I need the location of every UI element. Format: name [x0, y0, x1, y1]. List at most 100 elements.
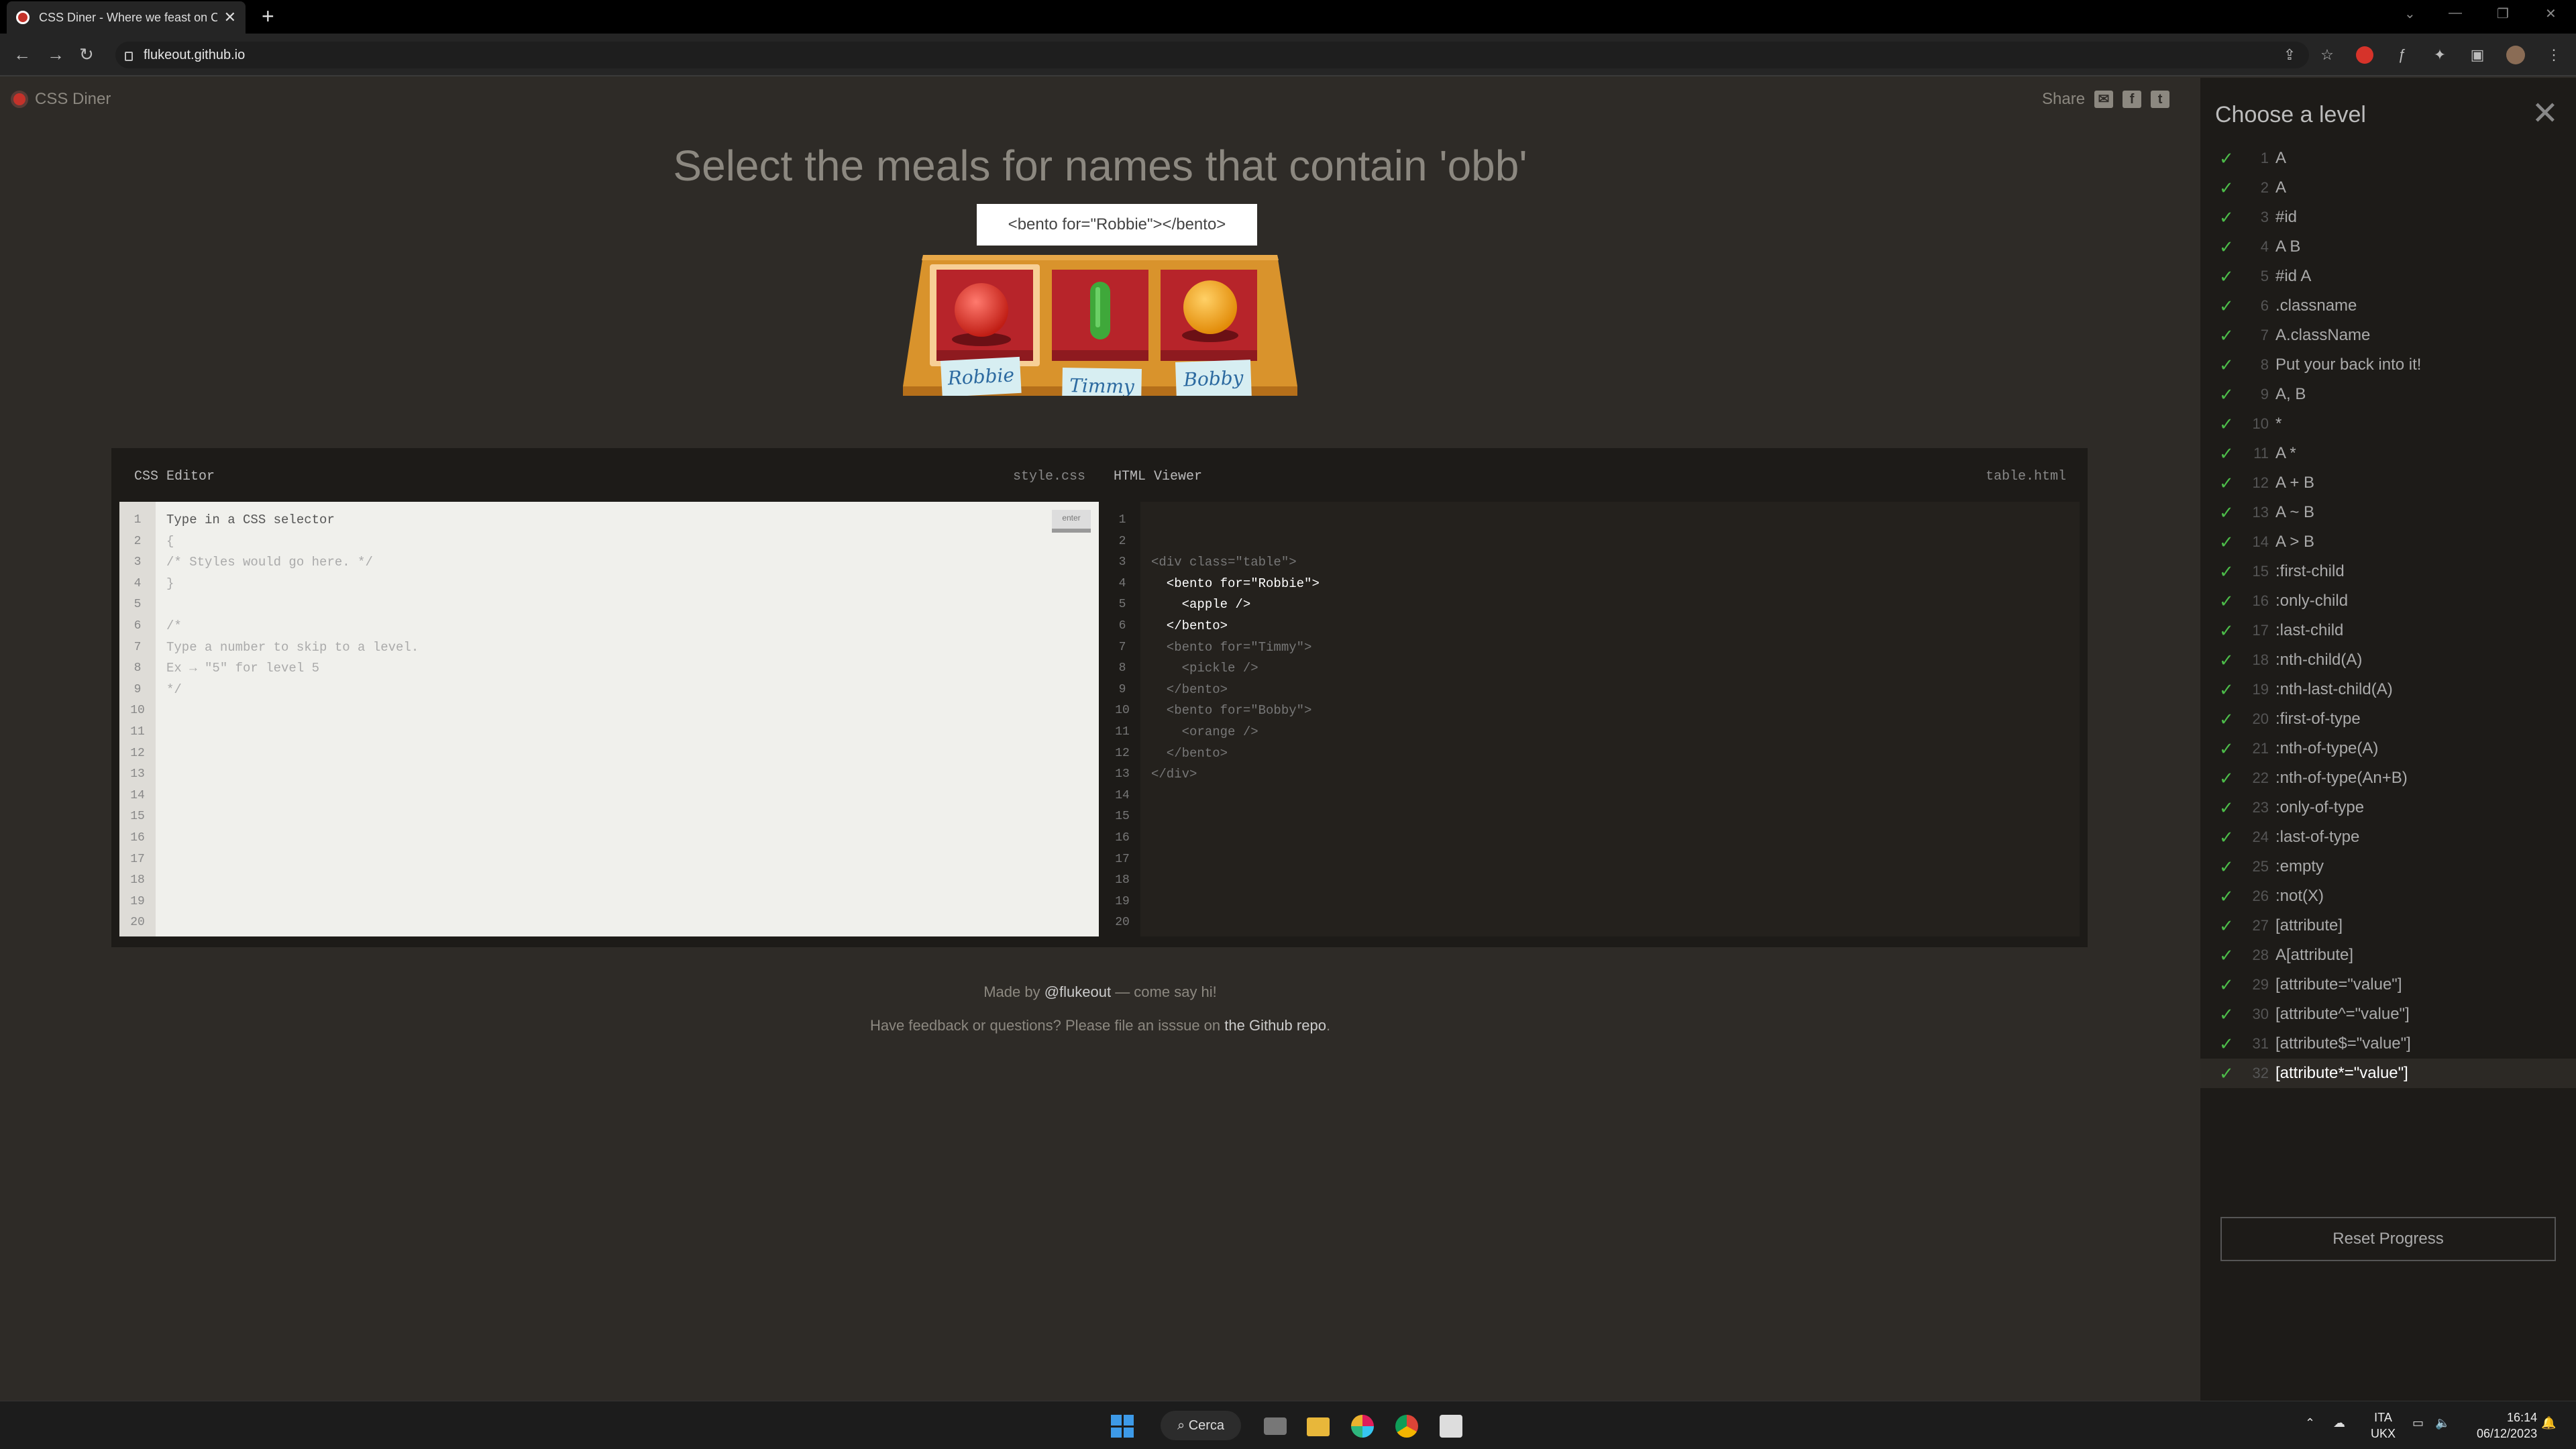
close-window-button[interactable]: ✕: [2545, 5, 2557, 22]
level-item-17[interactable]: ✓ 17:last-child: [2200, 616, 2576, 645]
css-editor[interactable]: 1 2 3 4 5 6 7 8 9 10 11 12 13 14 15 16 1…: [119, 502, 1099, 936]
html-code-line[interactable]: <apple />: [1151, 594, 1320, 616]
level-item-12[interactable]: ✓ 12 A + B: [2200, 468, 2576, 498]
minimize-button[interactable]: —: [2449, 5, 2462, 21]
level-item-23[interactable]: ✓ 23:only-of-type: [2200, 793, 2576, 822]
dining-table: Robbie Timmy Bobby: [903, 255, 1297, 396]
reload-icon[interactable]: ↻: [79, 44, 94, 64]
level-name: A: [2275, 178, 2287, 197]
level-item-21[interactable]: ✓ 21:nth-of-type(A): [2200, 734, 2576, 763]
app-logo[interactable]: CSS Diner: [11, 90, 111, 109]
level-item-16[interactable]: ✓ 16:only-child: [2200, 586, 2576, 616]
enter-button[interactable]: enter: [1052, 510, 1091, 533]
level-item-4[interactable]: ✓ 4 A B: [2200, 232, 2576, 262]
html-code-line[interactable]: </bento>: [1151, 743, 1320, 765]
tray-chevron-icon[interactable]: ⌃: [2305, 1416, 2315, 1430]
level-item-32[interactable]: ✓ 32 [attribute*="value"]: [2200, 1059, 2576, 1088]
file-explorer-icon[interactable]: [1307, 1417, 1330, 1436]
language-indicator[interactable]: ITA UKX: [2371, 1409, 2396, 1442]
level-item-30[interactable]: ✓ 30 [attribute^="value"]: [2200, 1000, 2576, 1029]
level-item-1[interactable]: ✓ 1 A: [2200, 144, 2576, 173]
tab-search-chevron-icon[interactable]: ⌄: [2404, 5, 2416, 22]
twitter-share-icon[interactable]: t: [2151, 91, 2170, 108]
level-item-10[interactable]: ✓ 10 *: [2200, 409, 2576, 439]
level-item-19[interactable]: ✓ 19:nth-last-child(A): [2200, 675, 2576, 704]
html-code-line[interactable]: <div class="table">: [1151, 552, 1320, 574]
level-item-5[interactable]: ✓ 5 #id A: [2200, 262, 2576, 291]
level-item-11[interactable]: ✓ 11 A *: [2200, 439, 2576, 468]
level-item-8[interactable]: ✓ 8 Put your back into it!: [2200, 350, 2576, 380]
github-repo-link[interactable]: the Github repo: [1224, 1017, 1326, 1034]
html-code-line[interactable]: <pickle />: [1151, 658, 1320, 680]
clock[interactable]: 16:14 06/12/2023: [2477, 1409, 2537, 1442]
address-bar[interactable]: flukeout.github.io: [115, 42, 2309, 68]
share-page-icon[interactable]: ⇪: [2281, 46, 2298, 64]
level-item-14[interactable]: ✓ 14 A > B: [2200, 527, 2576, 557]
level-item-3[interactable]: ✓ 3 #id: [2200, 203, 2576, 232]
maximize-button[interactable]: ❐: [2497, 5, 2509, 22]
html-code-line[interactable]: </bento>: [1151, 616, 1320, 637]
volume-icon[interactable]: 🔈: [2435, 1416, 2450, 1430]
start-windows-icon[interactable]: [1111, 1415, 1134, 1438]
level-name: A.className: [2275, 326, 2371, 344]
level-item-6[interactable]: ✓ 6 .classname: [2200, 291, 2576, 321]
facebook-share-icon[interactable]: f: [2123, 91, 2142, 108]
html-code-line[interactable]: <bento for="Timmy">: [1151, 637, 1320, 659]
email-share-icon[interactable]: ✉: [2094, 91, 2114, 108]
html-viewer: 1 2 3 4 5 6 7 8 9 10 11 12 13 14 15 16 1…: [1104, 502, 2080, 936]
level-item-7[interactable]: ✓ 7 A.className: [2200, 321, 2576, 350]
level-item-25[interactable]: ✓ 25:empty: [2200, 852, 2576, 881]
network-icon[interactable]: ▭: [2412, 1416, 2424, 1430]
side-panel-icon[interactable]: ▣: [2469, 46, 2486, 64]
html-code-line[interactable]: <bento for="Bobby">: [1151, 700, 1320, 722]
css-code-body: { /* Styles would go here. */ } /* Type …: [166, 533, 419, 697]
level-number: 11: [2253, 445, 2269, 462]
back-arrow-icon[interactable]: ←: [13, 44, 31, 64]
level-item-28[interactable]: ✓ 28 A[attribute]: [2200, 941, 2576, 970]
level-item-29[interactable]: ✓ 29 [attribute="value"]: [2200, 970, 2576, 1000]
html-code-line[interactable]: <orange />: [1151, 722, 1320, 743]
forward-arrow-icon[interactable]: →: [47, 44, 64, 64]
level-item-18[interactable]: ✓ 18:nth-child(A): [2200, 645, 2576, 675]
apple[interactable]: [955, 283, 1008, 337]
level-item-9[interactable]: ✓ 9 A, B: [2200, 380, 2576, 409]
tab-close-icon[interactable]: ✕: [224, 9, 236, 26]
level-item-2[interactable]: ✓ 2 A: [2200, 173, 2576, 203]
level-item-20[interactable]: ✓ 20:first-of-type: [2200, 704, 2576, 734]
reset-progress-button[interactable]: Reset Progress: [2220, 1217, 2556, 1261]
level-item-27[interactable]: ✓ 27 [attribute]: [2200, 911, 2576, 941]
orange[interactable]: [1183, 280, 1237, 334]
level-item-24[interactable]: ✓ 24:last-of-type: [2200, 822, 2576, 852]
snipping-tool-icon[interactable]: [1440, 1415, 1462, 1438]
new-tab-button[interactable]: +: [262, 5, 274, 27]
sidebar-close-icon[interactable]: ✕: [2532, 98, 2559, 130]
html-code-line[interactable]: <bento for="Robbie">: [1151, 574, 1320, 595]
css-selector-input[interactable]: Type in a CSS selector: [166, 513, 335, 527]
taskbar-search[interactable]: ⌕ Cerca: [1161, 1411, 1241, 1440]
html-code-line[interactable]: </bento>: [1151, 680, 1320, 701]
css-code[interactable]: Type in a CSS selector { /* Styles would…: [166, 510, 419, 700]
checkmark-icon: ✓: [2219, 945, 2234, 965]
footer-feedback-suffix: .: [1326, 1017, 1331, 1034]
bookmark-star-icon[interactable]: ☆: [2318, 46, 2336, 64]
extensions-puzzle-icon[interactable]: ✦: [2431, 46, 2449, 64]
level-item-22[interactable]: ✓ 22:nth-of-type(An+B): [2200, 763, 2576, 793]
bento-timmy[interactable]: Timmy: [1052, 270, 1148, 396]
html-code-line[interactable]: </div>: [1151, 764, 1320, 786]
level-item-13[interactable]: ✓ 13 A ~ B: [2200, 498, 2576, 527]
browser-menu-icon[interactable]: ⋮: [2545, 46, 2563, 64]
browser-tab[interactable]: CSS Diner - Where we feast on CSS Select…: [7, 1, 246, 34]
slack-icon[interactable]: [1351, 1415, 1374, 1438]
notification-bell-icon[interactable]: 🔔: [2541, 1416, 2556, 1430]
flukeout-link[interactable]: @flukeout: [1044, 983, 1111, 1000]
chrome-icon[interactable]: [1395, 1415, 1418, 1438]
extension-function-icon[interactable]: ƒ: [2394, 46, 2411, 64]
profile-avatar[interactable]: [2506, 46, 2525, 64]
level-item-31[interactable]: ✓ 31 [attribute$="value"]: [2200, 1029, 2576, 1059]
extension-red-icon[interactable]: [2356, 46, 2373, 64]
level-item-26[interactable]: ✓ 26:not(X): [2200, 881, 2576, 911]
task-view-icon[interactable]: [1264, 1417, 1287, 1435]
onedrive-cloud-icon[interactable]: ☁: [2333, 1416, 2345, 1430]
level-item-15[interactable]: ✓ 15:first-child: [2200, 557, 2576, 586]
level-name: Put your back into it!: [2275, 356, 2422, 374]
